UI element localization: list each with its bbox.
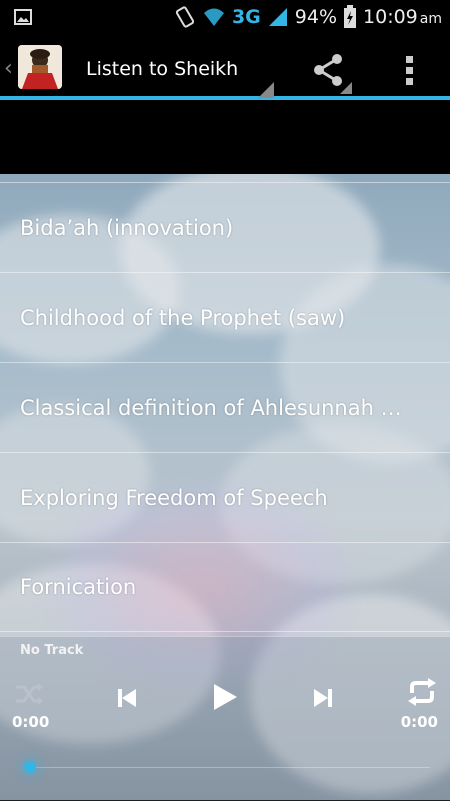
- list-item[interactable]: Bida’ah (innovation): [0, 182, 450, 272]
- vibrate-icon: [175, 6, 195, 28]
- play-icon[interactable]: [212, 683, 238, 711]
- clock-ampm: am: [419, 11, 442, 27]
- list-item[interactable]: Fornication: [0, 542, 450, 632]
- list-item[interactable]: Classical definition of Ahlesunnah wal J…: [0, 362, 450, 452]
- list-item-label: Exploring Freedom of Speech: [20, 485, 328, 510]
- shuffle-icon[interactable]: [14, 681, 44, 707]
- action-bar: ‹ Listen to Sheikh H: [0, 36, 450, 100]
- battery-percent: 94%: [294, 6, 338, 28]
- list-item-label: Classical definition of Ahlesunnah wal J…: [20, 395, 410, 420]
- overflow-menu-icon[interactable]: [396, 50, 424, 90]
- elapsed-time: 0:00: [12, 713, 50, 731]
- skip-previous-icon[interactable]: [116, 687, 138, 709]
- up-caret-icon[interactable]: ‹: [4, 56, 13, 81]
- list-item-label: Bida’ah (innovation): [20, 215, 234, 240]
- repeat-icon[interactable]: [406, 677, 438, 707]
- screen-title[interactable]: Listen to Sheikh H: [86, 58, 246, 80]
- duration-time: 0:00: [400, 713, 438, 731]
- clock-time: 10:09: [363, 6, 418, 28]
- seek-bar[interactable]: [30, 767, 430, 768]
- app-logo[interactable]: [18, 45, 62, 89]
- seek-handle[interactable]: [24, 761, 36, 773]
- media-player: No Track 0:00 0:00: [0, 636, 450, 801]
- header-spacer: [0, 100, 450, 174]
- signal-icon: [268, 8, 287, 26]
- spinner-indicator-icon: [258, 82, 274, 98]
- network-type: 3G: [231, 6, 261, 28]
- list-item-label: Childhood of the Prophet (saw): [20, 305, 346, 330]
- image-notification-icon: [14, 9, 32, 25]
- now-playing-label: No Track: [20, 643, 84, 658]
- skip-next-icon[interactable]: [312, 687, 334, 709]
- battery-charging-icon: [344, 5, 357, 28]
- list-item[interactable]: Childhood of the Prophet (saw): [0, 272, 450, 362]
- list-item[interactable]: Exploring Freedom of Speech: [0, 452, 450, 542]
- status-bar: 3G 94% 10:09 am: [0, 0, 450, 36]
- share-dropdown-indicator-icon: [340, 82, 352, 94]
- list-item-label: Fornication: [20, 575, 137, 599]
- wifi-icon: [203, 8, 224, 26]
- track-list: Bida’ah (innovation) Childhood of the Pr…: [0, 182, 450, 632]
